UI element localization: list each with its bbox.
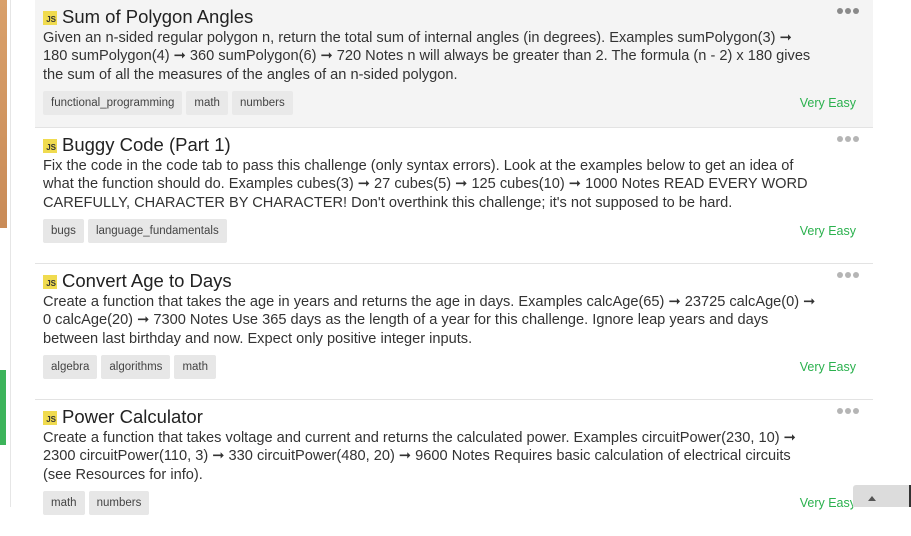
tag-chip[interactable]: language_fundamentals bbox=[87, 218, 227, 243]
javascript-icon: JS bbox=[43, 139, 57, 153]
difficulty-label: Very Easy bbox=[799, 359, 856, 374]
more-options-icon[interactable] bbox=[837, 136, 859, 142]
javascript-icon: JS bbox=[43, 411, 57, 425]
challenge-description: Create a function that takes voltage and… bbox=[43, 430, 796, 483]
challenge-card[interactable]: JS Convert Age to Days Create a function… bbox=[35, 264, 873, 400]
tag-chip[interactable]: numbers bbox=[88, 490, 150, 515]
javascript-icon: JS bbox=[43, 11, 57, 25]
challenge-title[interactable]: Buggy Code (Part 1) bbox=[62, 134, 231, 156]
side-panel-image bbox=[0, 0, 7, 228]
chevron-up-icon bbox=[868, 496, 876, 501]
tag-chip[interactable]: numbers bbox=[231, 90, 293, 115]
challenge-title[interactable]: Power Calculator bbox=[62, 406, 203, 428]
difficulty-label: Very Easy bbox=[799, 495, 856, 510]
tag-chip[interactable]: functional_programming bbox=[43, 90, 183, 115]
challenge-description: Given an n-sided regular polygon n, retu… bbox=[43, 30, 811, 83]
tag-chip[interactable]: math bbox=[186, 90, 228, 115]
difficulty-label: Very Easy bbox=[799, 223, 856, 238]
javascript-icon: JS bbox=[43, 275, 57, 289]
tag-chip[interactable]: math bbox=[174, 354, 217, 379]
tag-chip[interactable]: algebra bbox=[43, 354, 98, 379]
challenge-description: Fix the code in the code tab to pass thi… bbox=[43, 158, 808, 211]
challenge-card[interactable]: JS Power Calculator Create a function th… bbox=[35, 400, 873, 536]
more-options-icon[interactable] bbox=[837, 408, 859, 414]
challenge-card[interactable]: JS Buggy Code (Part 1) Fix the code in t… bbox=[35, 128, 873, 264]
challenge-card[interactable]: JS Sum of Polygon Angles Given an n-side… bbox=[35, 0, 873, 128]
challenge-title[interactable]: Sum of Polygon Angles bbox=[62, 6, 253, 28]
side-panel-accent bbox=[0, 370, 6, 445]
tag-chip[interactable]: math bbox=[43, 490, 85, 515]
challenge-title[interactable]: Convert Age to Days bbox=[62, 270, 232, 292]
challenge-description: Create a function that takes the age in … bbox=[43, 294, 816, 347]
challenge-list: JS Sum of Polygon Angles Given an n-side… bbox=[35, 0, 873, 536]
scroll-to-top-button[interactable] bbox=[853, 485, 911, 507]
more-options-icon[interactable] bbox=[837, 272, 859, 278]
difficulty-label: Very Easy bbox=[799, 95, 856, 110]
more-options-icon[interactable] bbox=[837, 8, 859, 14]
tag-chip[interactable]: algorithms bbox=[101, 354, 171, 379]
tag-chip[interactable]: bugs bbox=[43, 218, 84, 243]
